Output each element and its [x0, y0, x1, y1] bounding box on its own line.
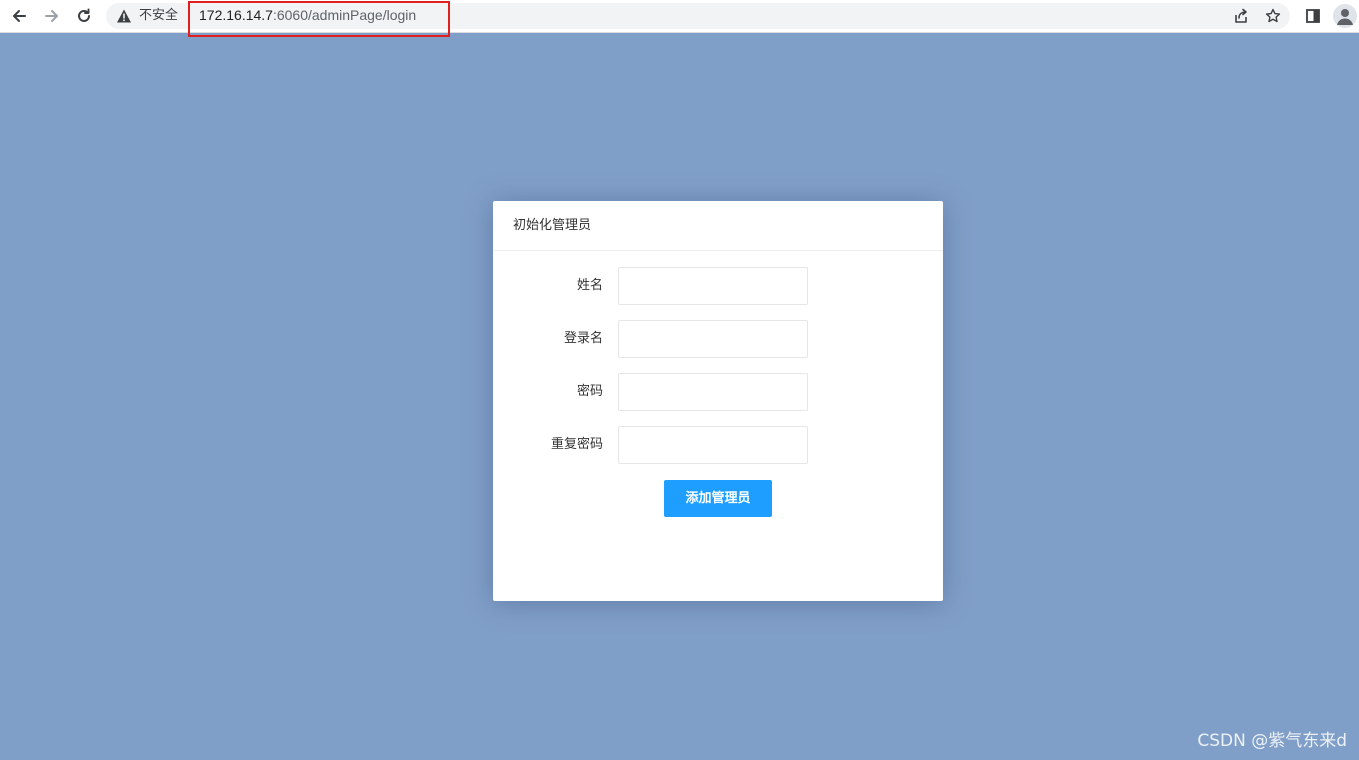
form-row-login-name: 登录名 [493, 320, 943, 358]
url-highlight-box [188, 1, 450, 37]
name-label: 姓名 [576, 278, 603, 293]
login-name-label: 登录名 [563, 331, 603, 346]
form-row-repeat-password: 重复密码 [493, 426, 943, 464]
sidebar-panel-icon[interactable] [1303, 6, 1323, 26]
repeat-password-label: 重复密码 [550, 437, 603, 452]
star-icon[interactable] [1263, 6, 1283, 26]
password-label: 密码 [576, 384, 603, 399]
dialog-title: 初始化管理员 [513, 218, 592, 233]
share-icon[interactable] [1231, 6, 1251, 26]
profile-icon[interactable] [1333, 4, 1357, 28]
repeat-password-input[interactable] [618, 426, 808, 464]
dialog-header: 初始化管理员 [493, 201, 943, 251]
form-row-name: 姓名 [493, 267, 943, 305]
add-admin-button[interactable]: 添加管理员 [664, 480, 772, 517]
password-input[interactable] [618, 373, 808, 411]
form-row-password: 密码 [493, 373, 943, 411]
security-label[interactable]: 不安全 [139, 8, 178, 24]
forward-arrow-icon[interactable] [41, 5, 63, 27]
name-input[interactable] [618, 267, 808, 305]
csdn-watermark: CSDN @紫气东来d [1197, 731, 1347, 751]
init-admin-dialog: 初始化管理员 姓名 登录名 密码 重复密码 添加管理员 [493, 201, 943, 601]
warning-icon[interactable] [116, 8, 132, 24]
browser-toolbar: 不安全 172.16.14.7:6060/adminPage/login [0, 0, 1359, 37]
login-name-input[interactable] [618, 320, 808, 358]
reload-icon[interactable] [73, 5, 95, 27]
back-arrow-icon[interactable] [8, 5, 30, 27]
